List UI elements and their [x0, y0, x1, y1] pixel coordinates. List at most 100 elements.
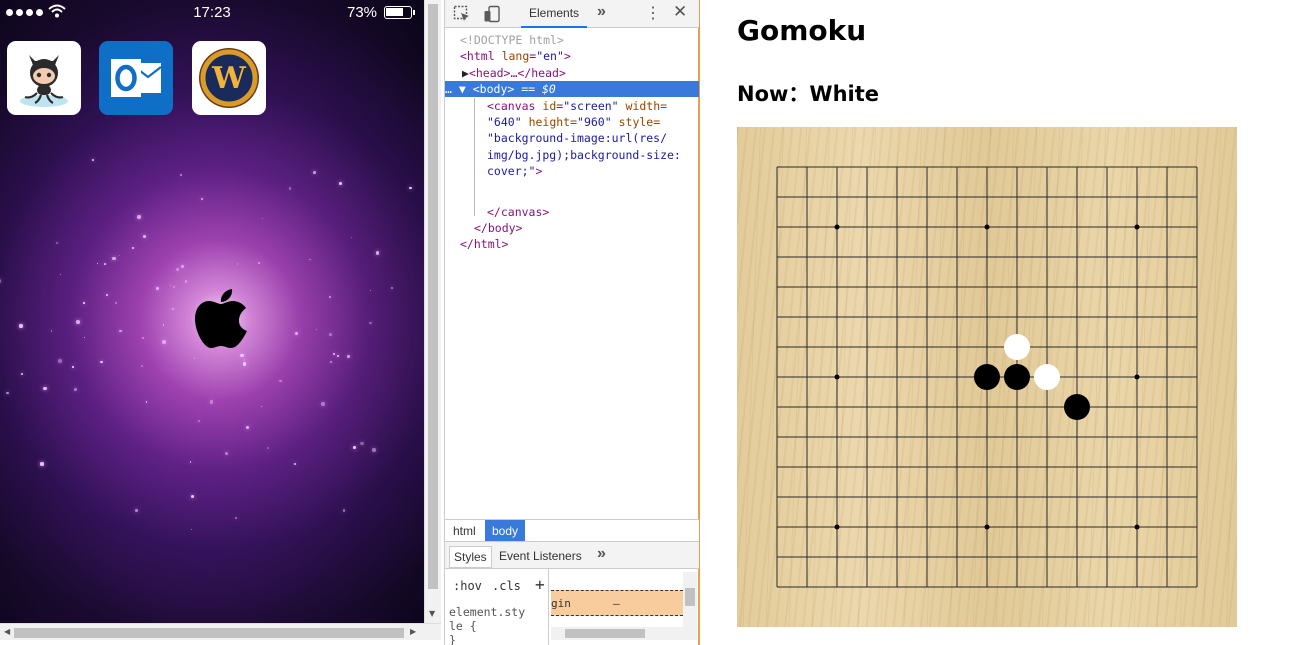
- wallpaper-star: [115, 302, 118, 305]
- wallpaper-star: [143, 234, 147, 239]
- wallpaper-star: [372, 448, 377, 453]
- board-star-point: [834, 224, 840, 230]
- box-model-horizontal-scrollbar[interactable]: [551, 627, 683, 640]
- battery-percentage: 73%: [347, 4, 378, 21]
- github-app-icon[interactable]: [7, 41, 81, 115]
- wallpaper-star: [209, 400, 213, 404]
- wallpaper-star: [191, 529, 193, 531]
- styles-tabbar: Styles Event Listeners »: [445, 541, 699, 569]
- black-stone: [1064, 394, 1090, 420]
- dom-node-body-selected[interactable]: … ▼ <body> == $0: [445, 81, 699, 98]
- dom-node-html-close[interactable]: </html>: [460, 236, 714, 252]
- wallpaper-star: [267, 446, 270, 449]
- wallpaper-star: [92, 159, 94, 161]
- dom-node-html[interactable]: <html lang="en">: [460, 48, 714, 64]
- tab-styles[interactable]: Styles: [449, 546, 492, 568]
- black-stone: [974, 364, 1000, 390]
- dom-node-canvas[interactable]: <canvas id="screen" width=: [487, 98, 741, 114]
- current-turn: Now：White: [737, 78, 879, 108]
- dom-node-head[interactable]: ▶<head>…</head>: [462, 65, 716, 81]
- more-tabs-icon[interactable]: »: [597, 545, 606, 563]
- phone-horizontal-scrollbar[interactable]: ◀ ▶: [0, 623, 441, 640]
- new-style-rule-icon[interactable]: +: [535, 575, 545, 594]
- warcraft-logo-icon: W: [199, 48, 259, 108]
- battery-icon: [384, 6, 415, 19]
- wallpaper-star: [351, 236, 353, 238]
- wallpaper-star: [242, 362, 247, 367]
- wallpaper-star: [329, 333, 333, 336]
- wallpaper-star: [73, 387, 77, 391]
- class-toggle[interactable]: .cls: [492, 579, 521, 593]
- wallpaper-star: [161, 340, 166, 345]
- current-turn-label: Now：: [737, 82, 810, 106]
- wallpaper-star: [279, 379, 282, 382]
- hover-state-toggle[interactable]: :hov: [453, 579, 482, 593]
- wallpaper-star: [288, 187, 292, 190]
- wallpaper-star: [6, 392, 9, 395]
- board-star-point: [984, 224, 990, 230]
- margin-value[interactable]: –: [613, 597, 620, 610]
- wallpaper-star: [369, 322, 372, 325]
- wallpaper-star: [83, 302, 85, 304]
- wow-app-icon[interactable]: W: [192, 41, 266, 115]
- dom-node-body-close[interactable]: </body>: [474, 220, 728, 236]
- styles-pane: :hov .cls + element.sty le { }: [445, 569, 549, 645]
- wallpaper-star: [112, 256, 116, 260]
- wallpaper-star: [134, 509, 138, 513]
- collapse-triangle-icon[interactable]: ▼: [459, 82, 466, 96]
- wallpaper-star: [339, 182, 342, 186]
- page-title: Gomoku: [737, 14, 867, 47]
- dom-tree[interactable]: <!DOCTYPE html> <html lang="en"> ▶<head>…: [445, 30, 699, 518]
- white-stone: [1004, 334, 1030, 360]
- screen: 17:23 73% W ▼ ◀ ▶ Elements » ⋮ ✕ <!DOCTY…: [0, 0, 1298, 645]
- wallpaper-star: [76, 320, 80, 325]
- dom-node-canvas-style: img/bg.jpg);background-size:: [487, 148, 681, 162]
- wallpaper-star: [295, 331, 299, 335]
- wallpaper-star: [234, 516, 238, 520]
- more-tabs-icon[interactable]: »: [597, 3, 606, 21]
- devtools-toolbar: Elements » ⋮ ✕: [445, 0, 699, 28]
- element-style-rule[interactable]: element.sty le { }: [449, 605, 525, 645]
- white-stone: [1034, 364, 1060, 390]
- tab-elements[interactable]: Elements: [521, 0, 588, 28]
- box-model-vertical-scrollbar[interactable]: [683, 572, 697, 640]
- breadcrumb-html[interactable]: html: [445, 520, 484, 541]
- expand-triangle-icon[interactable]: ▶: [462, 66, 469, 80]
- board-star-point: [834, 524, 840, 530]
- wallpaper-star: [173, 285, 176, 288]
- wallpaper-star: [370, 289, 372, 291]
- outlook-app-icon[interactable]: [99, 41, 173, 115]
- board-canvas[interactable]: [737, 127, 1237, 627]
- scroll-down-arrow-icon[interactable]: ▼: [429, 609, 435, 618]
- inspect-element-icon[interactable]: [453, 5, 471, 23]
- wallpaper-star: [179, 174, 182, 176]
- wallpaper-star: [246, 426, 250, 430]
- device-toolbar-icon[interactable]: [483, 5, 501, 23]
- apple-logo-icon: [195, 289, 247, 348]
- current-turn-value: White: [809, 82, 879, 106]
- dom-node-doctype[interactable]: <!DOCTYPE html>: [460, 32, 714, 48]
- black-stone: [1004, 364, 1030, 390]
- devtools-menu-icon[interactable]: ⋮: [645, 3, 661, 23]
- wallpaper-star: [309, 258, 312, 261]
- wallpaper-star: [106, 294, 108, 296]
- gomoku-board[interactable]: [737, 127, 1237, 627]
- phone-vertical-scrollbar[interactable]: ▼: [424, 0, 441, 623]
- scrollbar-thumb[interactable]: [428, 4, 438, 589]
- wallpaper-star: [119, 329, 122, 332]
- tab-event-listeners[interactable]: Event Listeners: [499, 549, 582, 563]
- scroll-right-arrow-icon[interactable]: ▶: [410, 627, 416, 636]
- dom-node-canvas-style: cover;">: [487, 164, 543, 178]
- close-devtools-icon[interactable]: ✕: [673, 2, 687, 22]
- box-model-margin[interactable]: gin –: [551, 590, 683, 616]
- scrollbar-thumb[interactable]: [14, 628, 404, 638]
- wallpaper-star: [155, 287, 159, 291]
- dom-node-canvas-close[interactable]: </canvas>: [487, 204, 741, 220]
- breadcrumb-body[interactable]: body: [485, 520, 526, 541]
- wallpaper-star: [198, 420, 201, 423]
- dom-node-canvas-style: "background-image:url(res/: [487, 131, 668, 145]
- scroll-left-arrow-icon[interactable]: ◀: [4, 627, 10, 636]
- phone-emulator-screen[interactable]: 17:23 73% W: [0, 0, 424, 623]
- board-star-point: [1134, 374, 1140, 380]
- devtools-panel: Elements » ⋮ ✕ <!DOCTYPE html> <html lan…: [444, 0, 700, 645]
